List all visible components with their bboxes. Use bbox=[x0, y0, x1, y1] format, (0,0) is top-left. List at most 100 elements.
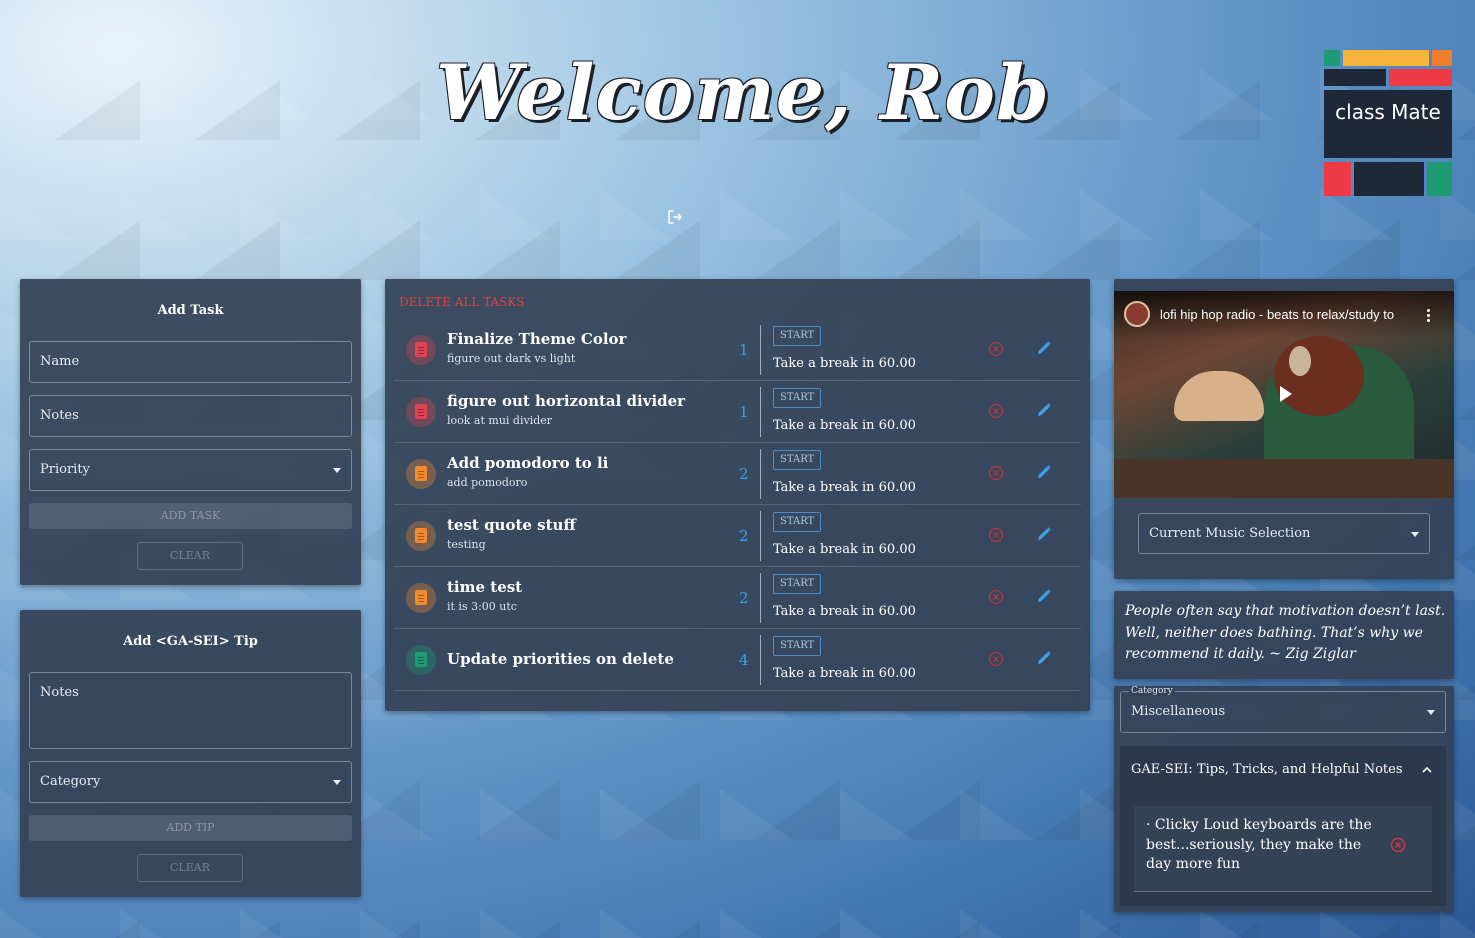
vertical-divider bbox=[760, 573, 761, 623]
tip-text: · Clicky Loud keyboards are the best...s… bbox=[1146, 817, 1372, 872]
task-notes: look at mui divider bbox=[447, 414, 553, 427]
task-name: Add pomodoro to li bbox=[447, 454, 609, 472]
add-task-button[interactable]: ADD TASK bbox=[29, 503, 352, 529]
delete-task-icon[interactable] bbox=[988, 527, 1004, 543]
channel-avatar bbox=[1124, 301, 1150, 327]
task-avatar bbox=[406, 397, 436, 427]
start-timer-button[interactable]: START bbox=[773, 636, 822, 656]
task-priority-select[interactable]: Priority bbox=[29, 449, 352, 491]
task-name-placeholder: Name bbox=[40, 354, 80, 369]
tips-category-select[interactable]: Category Miscellaneous bbox=[1120, 686, 1446, 733]
task-priority: 2 bbox=[739, 465, 749, 483]
start-timer-button[interactable]: START bbox=[773, 450, 822, 470]
tips-category-label: Category bbox=[1129, 686, 1175, 696]
delete-all-tasks-button[interactable]: DELETE ALL TASKS bbox=[399, 295, 525, 309]
task-priority: 1 bbox=[739, 341, 749, 359]
task-name: time test bbox=[447, 578, 523, 596]
start-timer-button[interactable]: START bbox=[773, 326, 822, 346]
caret-down-icon bbox=[1427, 710, 1435, 715]
task-row: time test it is 3:00 utc 2 START Take a brea… bbox=[394, 567, 1081, 629]
start-timer-button[interactable]: START bbox=[773, 512, 822, 532]
chevron-up-icon[interactable] bbox=[1421, 764, 1433, 776]
clear-tip-button[interactable]: CLEAR bbox=[137, 854, 243, 882]
task-priority: 4 bbox=[739, 651, 749, 669]
tips-panel: Category Miscellaneous GAE-SEI: Tips, Tr… bbox=[1114, 686, 1454, 912]
break-timer-text: Take a break in 60.00 bbox=[773, 666, 916, 681]
caret-down-icon bbox=[333, 780, 341, 785]
task-notes-placeholder: Notes bbox=[40, 408, 79, 423]
task-list: Finalize Theme Color figure out dark vs l… bbox=[394, 319, 1081, 691]
task-name: figure out horizontal divider bbox=[447, 392, 686, 410]
start-timer-button[interactable]: START bbox=[773, 388, 822, 408]
logo-text: class Mate bbox=[1324, 90, 1452, 158]
task-row: Update priorities on delete 4 START Take a … bbox=[394, 629, 1081, 691]
tip-category-placeholder: Category bbox=[40, 774, 101, 789]
quote-panel: People often say that motivation doesn’t… bbox=[1114, 591, 1454, 679]
task-row: test quote stuff testing 2 START Take a brea… bbox=[394, 505, 1081, 567]
caret-down-icon bbox=[333, 468, 341, 473]
task-row: Add pomodoro to li add pomodoro 2 START Take… bbox=[394, 443, 1081, 505]
delete-tip-icon[interactable] bbox=[1390, 837, 1406, 853]
tip-notes-input[interactable]: Notes bbox=[29, 672, 352, 749]
edit-task-icon[interactable] bbox=[1036, 402, 1052, 418]
video-player[interactable]: lofi hip hop radio - beats to relax/stud… bbox=[1114, 291, 1454, 498]
caret-down-icon bbox=[1411, 532, 1419, 537]
delete-task-icon[interactable] bbox=[988, 589, 1004, 605]
add-task-panel: Add Task Name Notes Priority ADD TASK CL… bbox=[20, 279, 361, 585]
logout-icon[interactable] bbox=[666, 208, 684, 226]
task-priority: 1 bbox=[739, 403, 749, 421]
vertical-divider bbox=[760, 449, 761, 499]
tips-accordion-header[interactable]: GAE-SEI: Tips, Tricks, and Helpful Notes bbox=[1120, 746, 1446, 792]
add-task-title: Add Task bbox=[157, 303, 224, 318]
task-avatar bbox=[406, 645, 436, 675]
edit-task-icon[interactable] bbox=[1036, 526, 1052, 542]
task-row: figure out horizontal divider look at mui… bbox=[394, 381, 1081, 443]
edit-task-icon[interactable] bbox=[1036, 650, 1052, 666]
add-tip-button[interactable]: ADD TIP bbox=[29, 815, 352, 841]
tips-category-value: Miscellaneous bbox=[1131, 704, 1226, 719]
edit-task-icon[interactable] bbox=[1036, 588, 1052, 604]
vertical-divider bbox=[760, 635, 761, 685]
edit-task-icon[interactable] bbox=[1036, 340, 1052, 356]
task-priority: 2 bbox=[739, 589, 749, 607]
clipboard-icon bbox=[415, 528, 427, 543]
video-title[interactable]: lofi hip hop radio - beats to relax/stud… bbox=[1160, 307, 1394, 322]
task-avatar bbox=[406, 583, 436, 613]
add-tip-panel: Add <GA-SEI> Tip Notes Category ADD TIP … bbox=[20, 610, 361, 897]
more-options-icon[interactable] bbox=[1427, 308, 1430, 322]
delete-task-icon[interactable] bbox=[988, 403, 1004, 419]
task-priority: 2 bbox=[739, 527, 749, 545]
vertical-divider bbox=[760, 387, 761, 437]
tips-accordion: GAE-SEI: Tips, Tricks, and Helpful Notes… bbox=[1120, 746, 1446, 906]
tip-card: · Clicky Loud keyboards are the best...s… bbox=[1134, 806, 1432, 892]
classmate-logo: class Mate bbox=[1324, 50, 1452, 196]
quote-text: People often say that motivation doesn’t… bbox=[1125, 603, 1446, 662]
delete-task-icon[interactable] bbox=[988, 651, 1004, 667]
break-timer-text: Take a break in 60.00 bbox=[773, 542, 916, 557]
start-timer-button[interactable]: START bbox=[773, 574, 822, 594]
task-row: Finalize Theme Color figure out dark vs l… bbox=[394, 319, 1081, 381]
music-selection-label: Current Music Selection bbox=[1149, 526, 1311, 541]
task-notes-input[interactable]: Notes bbox=[29, 395, 352, 437]
task-notes: it is 3:00 utc bbox=[447, 600, 517, 613]
clipboard-icon bbox=[415, 342, 427, 357]
clipboard-icon bbox=[415, 404, 427, 419]
task-avatar bbox=[406, 521, 436, 551]
play-icon bbox=[1280, 386, 1292, 402]
vertical-divider bbox=[760, 511, 761, 561]
scene-headphones bbox=[1289, 346, 1311, 376]
clipboard-icon bbox=[415, 466, 427, 481]
play-button[interactable] bbox=[1274, 383, 1296, 405]
edit-task-icon[interactable] bbox=[1036, 464, 1052, 480]
clear-task-button[interactable]: CLEAR bbox=[137, 542, 243, 570]
delete-task-icon[interactable] bbox=[988, 465, 1004, 481]
delete-task-icon[interactable] bbox=[988, 341, 1004, 357]
music-panel: lofi hip hop radio - beats to relax/stud… bbox=[1114, 279, 1454, 579]
task-name: test quote stuff bbox=[447, 516, 576, 534]
music-selection-select[interactable]: Current Music Selection bbox=[1138, 513, 1430, 554]
scene-desk bbox=[1114, 459, 1454, 498]
task-name-input[interactable]: Name bbox=[29, 341, 352, 383]
tasks-panel: DELETE ALL TASKS Finalize Theme Color fig… bbox=[385, 279, 1090, 711]
tip-category-select[interactable]: Category bbox=[29, 761, 352, 803]
task-avatar bbox=[406, 459, 436, 489]
